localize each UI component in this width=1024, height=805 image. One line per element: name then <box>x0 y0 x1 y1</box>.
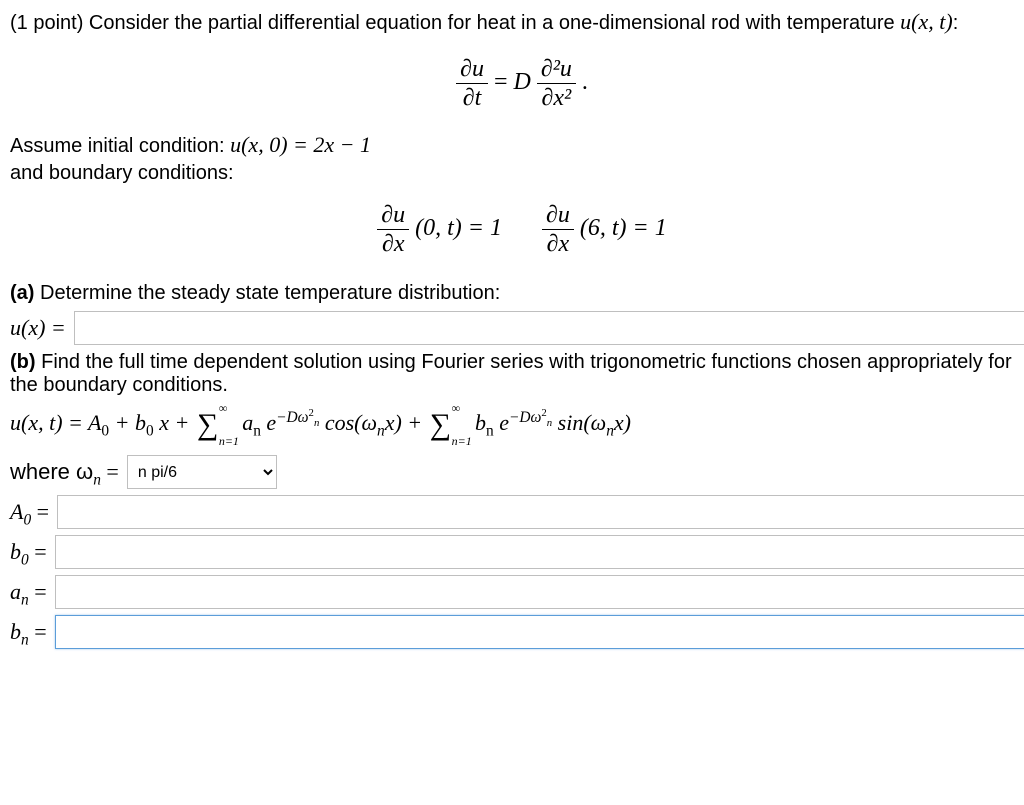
bc-intro: and boundary conditions: <box>10 162 1024 185</box>
x-close-2: x) <box>614 410 631 435</box>
initial-condition: u(x, 0) = 2x − 1 <box>230 132 371 157</box>
where-label: where ωn = <box>10 459 127 485</box>
series-prefix: u(x, t) = A <box>10 410 101 435</box>
problem-statement: (1 point) Consider the partial different… <box>10 9 1024 35</box>
bn-label: bn = <box>10 619 55 645</box>
pde-lhs-den: ∂t <box>463 85 482 111</box>
sum-2: ∞n=1 <box>430 401 451 449</box>
colon: : <box>953 12 959 34</box>
exp-1: −Dω <box>276 409 308 426</box>
sum1-lo: n=1 <box>219 432 239 451</box>
initial-condition-line: Assume initial condition: u(x, 0) = 2x −… <box>10 132 1024 158</box>
e-1: e <box>266 410 276 435</box>
x-plus: x + <box>159 410 195 435</box>
exp-2: −Dω <box>509 409 541 426</box>
part-a-label: (a) <box>10 282 34 304</box>
bc-right: ∂u ∂x (6, t) = 1 <box>542 203 667 256</box>
sub-0a: 0 <box>101 422 109 439</box>
bc-right-num: ∂u <box>546 202 570 228</box>
bn-sub: n <box>21 631 29 648</box>
where-eq: = <box>106 459 118 484</box>
main-pde: ∂u ∂t = D ∂²u ∂x² . <box>10 57 1024 110</box>
sub-n-a: n <box>253 422 261 439</box>
an-eq: = <box>29 579 47 604</box>
part-b-text: Find the full time dependent solution us… <box>10 351 1012 396</box>
sum1-hi: ∞ <box>219 399 228 418</box>
pde-dot: . <box>582 69 588 95</box>
sub-n-b: n <box>486 422 494 439</box>
pde-rhs-num: ∂²u <box>541 56 572 82</box>
where-text: where ω <box>10 459 93 484</box>
sub-n-c: n <box>377 422 385 439</box>
eq-sign: = <box>494 69 514 95</box>
omega-select[interactable]: n pi/6 <box>127 455 277 489</box>
intro-text: Consider the partial differential equati… <box>83 12 900 34</box>
cos-term: cos(ω <box>325 410 377 435</box>
sum-1: ∞n=1 <box>197 401 218 449</box>
bc-left-num: ∂u <box>381 202 405 228</box>
A0-input[interactable] <box>57 495 1024 529</box>
bc-left: ∂u ∂x (0, t) = 1 <box>377 203 502 256</box>
part-b-label: (b) <box>10 351 36 373</box>
pde-lhs-num: ∂u <box>460 56 484 82</box>
u-x-input[interactable] <box>74 311 1024 345</box>
b-n: b <box>475 410 486 435</box>
bc-right-den: ∂x <box>547 231 570 257</box>
u-xt: u(x, t) <box>900 9 953 34</box>
an-input[interactable] <box>55 575 1024 609</box>
bc-right-eq: (6, t) = 1 <box>580 215 667 241</box>
x-close-1: x) + <box>385 410 428 435</box>
bn-eq: = <box>29 619 47 644</box>
assume-label: Assume initial condition: <box>10 135 230 157</box>
series-expression: u(x, t) = A0 + b0 x + ∞n=1 an e−Dω2n cos… <box>10 401 1024 449</box>
sub-n-s: n <box>606 422 614 439</box>
an-sym: a <box>10 579 21 604</box>
sum2-lo: n=1 <box>452 432 472 451</box>
A0-label: A0 = <box>10 499 57 525</box>
pde-rhs-den: ∂x² <box>542 85 572 111</box>
A0-sub: 0 <box>23 511 31 528</box>
u-x-label: u(x) = <box>10 315 74 341</box>
D-coef: D <box>514 69 531 95</box>
a-n: a <box>242 410 253 435</box>
bn-sym: b <box>10 619 21 644</box>
where-sub: n <box>93 471 101 488</box>
bn-input[interactable] <box>55 615 1024 649</box>
b0-label: b0 = <box>10 539 55 565</box>
e-2: e <box>499 410 509 435</box>
bc-left-den: ∂x <box>382 231 405 257</box>
sin-term: sin(ω <box>558 410 607 435</box>
sum2-hi: ∞ <box>452 399 461 418</box>
pde-rhs-frac: ∂²u ∂x² <box>537 57 576 110</box>
bc-left-eq: (0, t) = 1 <box>415 215 502 241</box>
b0-input[interactable] <box>55 535 1024 569</box>
A0-sym: A <box>10 499 23 524</box>
plus-b0: + b <box>115 410 146 435</box>
b0-sym: b <box>10 539 21 564</box>
an-sub: n <box>21 591 29 608</box>
points-label: (1 point) <box>10 12 83 34</box>
A0-eq: = <box>31 499 49 524</box>
pde-lhs-frac: ∂u ∂t <box>456 57 488 110</box>
part-a-heading: (a) Determine the steady state temperatu… <box>10 282 1024 305</box>
b0-sub: 0 <box>21 551 29 568</box>
part-a-text: Determine the steady state temperature d… <box>34 282 500 304</box>
boundary-conditions: ∂u ∂x (0, t) = 1 ∂u ∂x (6, t) = 1 <box>10 203 1024 256</box>
an-label: an = <box>10 579 55 605</box>
b0-eq: = <box>29 539 47 564</box>
sub-0b: 0 <box>146 422 154 439</box>
part-b-heading: (b) Find the full time dependent solutio… <box>10 351 1024 397</box>
